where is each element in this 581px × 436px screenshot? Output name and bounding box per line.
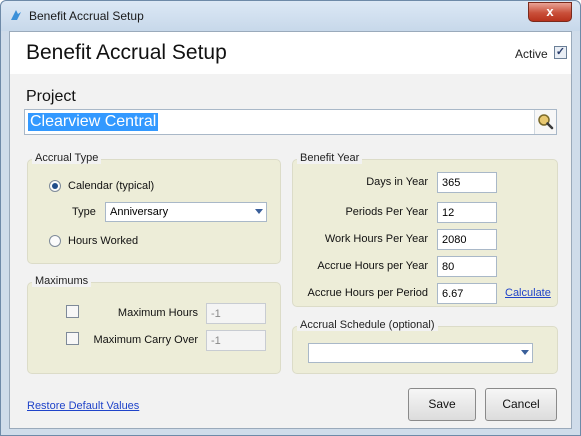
hours-worked-label[interactable]: Hours Worked (68, 235, 138, 247)
title-bar[interactable]: Benefit Accrual Setup x (1, 1, 580, 31)
work-hours-value: 2080 (442, 234, 467, 246)
periods-per-year-input[interactable]: 12 (437, 202, 497, 223)
periods-per-year-label: Periods Per Year (345, 206, 428, 218)
dialog-client: Benefit Accrual Setup Active ✓ Project C… (9, 31, 572, 429)
max-hours-value: -1 (211, 308, 221, 320)
dialog-window: Benefit Accrual Setup x Benefit Accrual … (0, 0, 581, 436)
accrual-type-group: Accrual Type Calendar (typical) Type Ann… (27, 152, 281, 264)
form-body: Project Clearview Central Accrual Type C… (10, 74, 571, 428)
max-carry-label: Maximum Carry Over (93, 334, 198, 346)
restore-defaults-link[interactable]: Restore Default Values (27, 400, 139, 412)
calendar-radio[interactable] (49, 180, 61, 192)
accrual-type-legend: Accrual Type (32, 152, 102, 164)
days-in-year-label: Days in Year (366, 176, 428, 188)
type-select[interactable]: Anniversary (105, 202, 267, 222)
days-in-year-value: 365 (442, 177, 461, 189)
max-hours-input[interactable]: -1 (206, 303, 266, 324)
project-search-button[interactable] (534, 110, 556, 134)
checkmark-icon: ✓ (555, 46, 566, 58)
active-checkbox[interactable]: ✓ (554, 46, 567, 59)
save-button[interactable]: Save (408, 388, 476, 421)
chevron-down-icon[interactable] (255, 209, 263, 214)
days-in-year-input[interactable]: 365 (437, 172, 497, 193)
header: Benefit Accrual Setup Active ✓ (10, 32, 571, 74)
window-title: Benefit Accrual Setup (29, 9, 144, 23)
accrue-period-label: Accrue Hours per Period (307, 287, 428, 299)
cancel-button[interactable]: Cancel (485, 388, 557, 421)
active-label: Active (515, 47, 548, 61)
accrual-schedule-legend: Accrual Schedule (optional) (297, 319, 438, 331)
hours-worked-radio[interactable] (49, 235, 61, 247)
accrue-period-value: 6.67 (442, 288, 464, 300)
max-carry-input[interactable]: -1 (206, 330, 266, 351)
calendar-label[interactable]: Calendar (typical) (68, 180, 154, 192)
accrual-schedule-group: Accrual Schedule (optional) (292, 319, 558, 374)
project-value: Clearview Central (28, 113, 159, 131)
app-icon (11, 10, 21, 20)
benefit-year-legend: Benefit Year (297, 152, 363, 164)
accrue-year-value: 80 (442, 261, 455, 273)
max-hours-checkbox[interactable] (66, 305, 79, 318)
work-hours-label: Work Hours Per Year (324, 233, 428, 245)
calculate-link[interactable]: Calculate (505, 287, 551, 299)
project-input[interactable]: Clearview Central (24, 109, 557, 135)
type-select-value: Anniversary (110, 206, 169, 218)
accrue-year-input[interactable]: 80 (437, 256, 497, 277)
type-label: Type (72, 206, 96, 218)
accrue-year-label: Accrue Hours per Year (317, 260, 428, 272)
benefit-year-group: Benefit Year Days in Year 365 Periods Pe… (292, 152, 558, 307)
work-hours-input[interactable]: 2080 (437, 229, 497, 250)
max-hours-label: Maximum Hours (117, 307, 198, 319)
periods-per-year-value: 12 (442, 207, 455, 219)
max-carry-checkbox[interactable] (66, 332, 79, 345)
chevron-down-icon[interactable] (521, 350, 529, 355)
close-icon: x (546, 4, 554, 19)
accrue-period-input[interactable]: 6.67 (437, 283, 497, 304)
maximums-legend: Maximums (32, 275, 92, 287)
project-label: Project (26, 88, 76, 105)
close-button[interactable]: x (528, 2, 572, 22)
maximums-group: Maximums Maximum Hours -1 Maximum Carry … (27, 275, 281, 374)
page-title: Benefit Accrual Setup (26, 41, 227, 64)
max-carry-value: -1 (211, 335, 221, 347)
search-icon (538, 114, 554, 130)
accrual-schedule-select[interactable] (308, 343, 533, 363)
